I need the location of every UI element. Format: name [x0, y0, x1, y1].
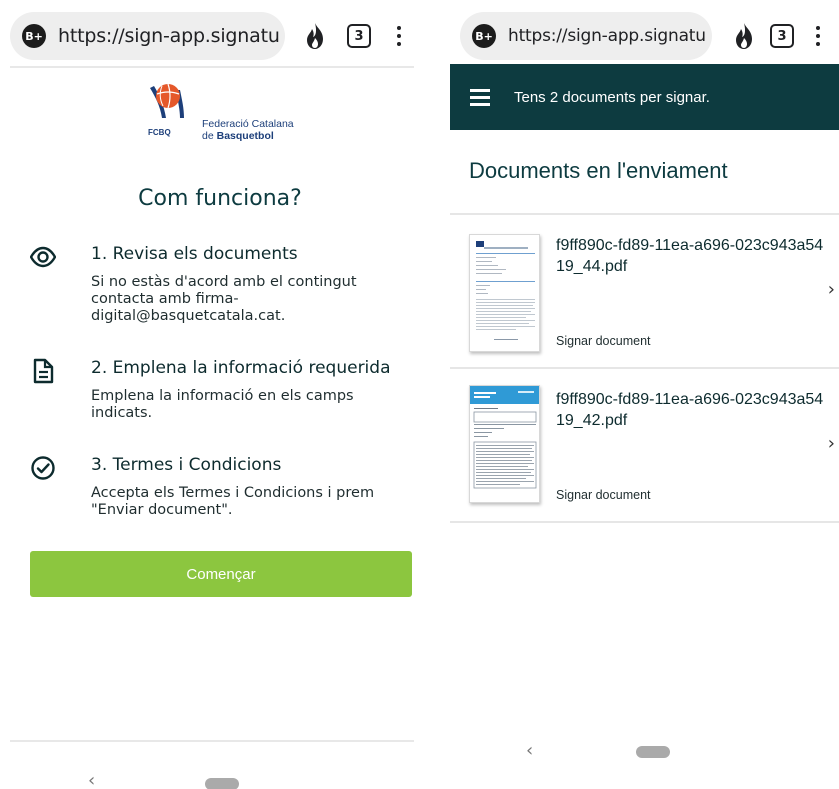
- phone-screen-right: B+ https://sign-app.signatu 3 Tens 2 doc…: [450, 0, 839, 789]
- home-pill-icon[interactable]: [205, 778, 239, 789]
- tab-switcher-button[interactable]: 3: [347, 24, 371, 48]
- flame-icon[interactable]: [732, 22, 756, 50]
- tab-switcher-button[interactable]: 3: [770, 24, 794, 48]
- more-options-icon[interactable]: [816, 26, 820, 46]
- document-thumbnail: [469, 385, 540, 503]
- flame-icon[interactable]: [303, 22, 327, 50]
- fcbq-logo: FCBQ Federació Catalana de Basquetbol: [148, 82, 308, 142]
- header-message: Tens 2 documents per signar.: [514, 88, 710, 106]
- step-description: Si no estàs d'acord amb el contingut con…: [91, 274, 357, 324]
- logo-name: Federació Catalana de Basquetbol: [202, 118, 294, 142]
- document-name[interactable]: f9ff890c-fd89-11ea-a696-023c943a5419_44.…: [556, 235, 826, 277]
- basketball-logo-icon: [150, 83, 184, 118]
- document-icon: [33, 358, 54, 384]
- logo-name-line2: de Basquetbol: [202, 130, 294, 142]
- start-button[interactable]: Començar: [30, 551, 412, 597]
- chevron-right-icon[interactable]: ›: [828, 433, 835, 454]
- step-description: Accepta els Termes i Condicions i prem "…: [91, 485, 375, 518]
- document-list-item[interactable]: f9ff890c-fd89-11ea-a696-023c943a5419_44.…: [450, 215, 839, 367]
- step-description: Emplena la informació en els camps indic…: [91, 388, 354, 421]
- step-title: 1. Revisa els documents: [91, 244, 298, 264]
- logo-abbreviation: FCBQ: [148, 128, 171, 137]
- more-options-icon[interactable]: [397, 26, 401, 46]
- document-preview-icon: [470, 386, 539, 489]
- nav-back-icon[interactable]: ‹: [88, 770, 95, 789]
- app-header: Tens 2 documents per signar.: [450, 64, 839, 130]
- sign-document-link[interactable]: Signar document: [556, 488, 651, 502]
- url-text[interactable]: https://sign-app.signatu: [58, 25, 280, 47]
- sign-document-link[interactable]: Signar document: [556, 334, 651, 348]
- menu-icon[interactable]: [470, 88, 490, 106]
- section-title: Documents en l'enviament: [469, 158, 728, 183]
- page-title: Com funciona?: [138, 186, 302, 211]
- document-thumbnail: [469, 234, 540, 352]
- eye-icon: [30, 246, 56, 268]
- chevron-right-icon[interactable]: ›: [828, 279, 835, 300]
- divider: [10, 66, 414, 68]
- logo-name-bold: Basquetbol: [216, 130, 274, 142]
- document-list-item[interactable]: f9ff890c-fd89-11ea-a696-023c943a5419_42.…: [450, 369, 839, 521]
- browser-toolbar: B+ https://sign-app.signatu 3: [460, 10, 839, 62]
- site-badge-icon: B+: [472, 24, 496, 48]
- logo-name-line1: Federació Catalana: [202, 118, 294, 130]
- url-text[interactable]: https://sign-app.signatu: [508, 26, 706, 46]
- step-title: 3. Termes i Condicions: [91, 455, 282, 475]
- document-preview-icon: [476, 241, 535, 340]
- divider: [450, 521, 839, 523]
- check-circle-icon: [31, 456, 55, 480]
- site-badge-icon: B+: [22, 24, 46, 48]
- logo-name-prefix: de: [202, 130, 214, 142]
- home-pill-icon[interactable]: [636, 746, 670, 758]
- divider: [10, 740, 414, 742]
- step-title: 2. Emplena la informació requerida: [91, 358, 391, 378]
- browser-toolbar: B+ https://sign-app.signatu 3: [10, 10, 430, 62]
- address-bar[interactable]: B+ https://sign-app.signatu: [10, 12, 285, 60]
- phone-screen-left: B+ https://sign-app.signatu 3 FCBQ Feder…: [0, 0, 430, 789]
- address-bar[interactable]: B+ https://sign-app.signatu: [460, 12, 712, 60]
- nav-back-icon[interactable]: ‹: [526, 740, 533, 761]
- document-name[interactable]: f9ff890c-fd89-11ea-a696-023c943a5419_42.…: [556, 389, 826, 431]
